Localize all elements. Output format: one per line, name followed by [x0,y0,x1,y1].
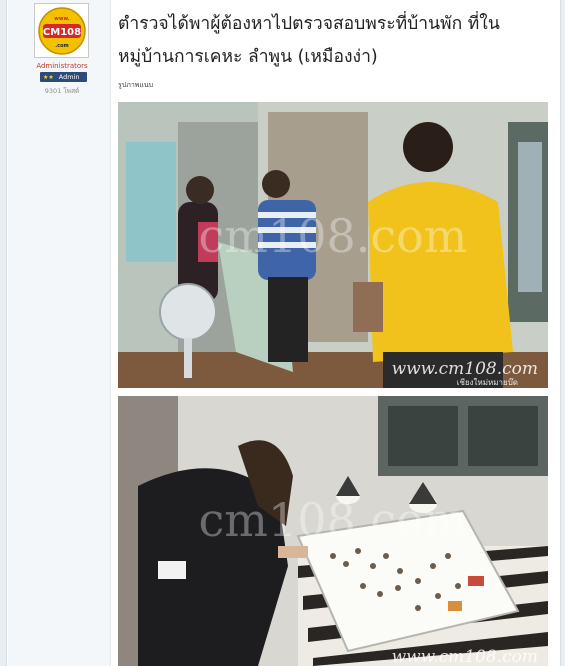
cm108-logo: www. CM108 .com [37,6,86,55]
avatar[interactable]: www. CM108 .com [34,3,89,58]
photo1-watermark-caption: เชียงใหม่หมายบ๊ด [457,377,518,387]
avatar-bottom-text: .com [55,43,69,49]
photo-suspect-room[interactable]: cm108.com www.cm108.com เชียงใหม่หมายบ๊ด [118,102,548,388]
rank-badge: ★★ Admin [40,72,87,82]
rank-stars: ★★ [43,73,54,81]
avatar-logo-text: CM108 [42,27,80,38]
author-sidebar: www. CM108 .com Administrators ★★ Admin … [8,0,111,666]
author-username[interactable]: Administrators [8,62,116,70]
post-title: ตำรวจได้พาผู้ต้องหาไปตรวจสอบพระที่บ้านพั… [118,14,500,67]
photo1-watermark-url: www.cm108.com [392,359,538,379]
rank-label: Admin [58,73,80,81]
post-count: 9301 โพสต์ [44,87,80,95]
photo-amulet-table[interactable]: cm108.com www.cm108.com [118,396,548,666]
avatar-top-text: www. [54,16,70,22]
attachments-label: รูปภาพแนบ [118,81,154,89]
photo1-watermark: cm108.com [199,209,468,263]
photo2-watermark-url: www.cm108.com [392,647,538,666]
photo2-watermark: cm108.com [199,493,468,547]
